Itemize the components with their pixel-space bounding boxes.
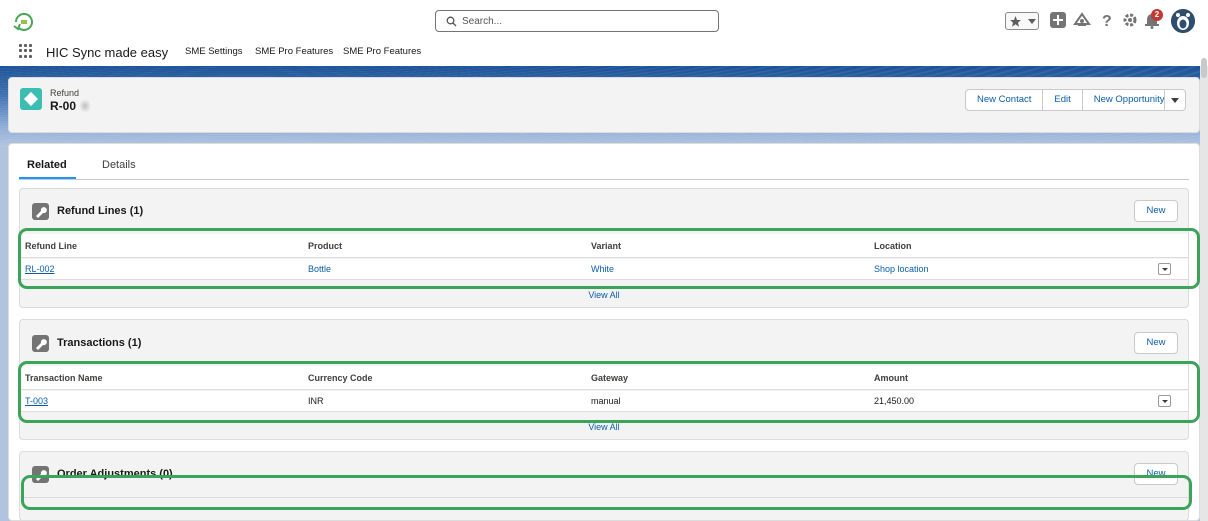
column-header-location[interactable]: Location — [874, 241, 912, 251]
help-icon[interactable]: ? — [1097, 11, 1115, 29]
search-input[interactable] — [462, 13, 712, 29]
refund-line-link[interactable]: RL-002 — [25, 264, 55, 274]
refund-lines-view-all-link[interactable]: View All — [20, 290, 1188, 300]
nav-item-sme-settings[interactable]: SME Settings — [185, 46, 243, 57]
more-actions-dropdown-icon[interactable] — [1164, 89, 1186, 111]
new-contact-button[interactable]: New Contact — [965, 89, 1044, 111]
currency-code-value: INR — [308, 396, 324, 406]
refund-lines-title[interactable]: Refund Lines (1) — [57, 205, 143, 217]
order-adjustments-new-button[interactable]: New — [1134, 463, 1178, 485]
record-object-type: Refund — [50, 88, 80, 98]
page-scrollbar[interactable] — [1200, 66, 1208, 521]
location-link[interactable]: Shop location — [874, 264, 929, 274]
transactions-title[interactable]: Transactions (1) — [57, 337, 141, 349]
avatar-icon — [1171, 9, 1195, 33]
amount-value: 21,450.00 — [874, 396, 915, 406]
refund-object-icon — [20, 88, 42, 110]
app-logo-icon[interactable] — [12, 11, 36, 33]
transaction-name-link[interactable]: T-003 — [25, 396, 48, 406]
tab-active-indicator — [19, 177, 76, 179]
column-header-product[interactable]: Product — [308, 241, 342, 251]
search-icon — [446, 16, 457, 27]
refund-lines-related-list: Refund Lines (1) New Refund Line Product… — [19, 188, 1189, 308]
record-highlights-panel: Refund R-00 New Contact Edit New Opportu… — [8, 77, 1200, 133]
column-header-gateway[interactable]: Gateway — [591, 373, 628, 383]
tab-related[interactable]: Related — [27, 159, 67, 171]
divider — [20, 497, 1188, 498]
order-adjustments-related-list: Order Adjustments (0) New — [19, 451, 1189, 521]
column-header-variant[interactable]: Variant — [591, 241, 621, 251]
global-search[interactable] — [435, 10, 719, 32]
column-header-transaction-name[interactable]: Transaction Name — [25, 373, 103, 383]
record-title: R-00 — [50, 99, 77, 113]
trailhead-icon[interactable] — [1073, 11, 1091, 29]
row-actions-dropdown-icon[interactable] — [1158, 263, 1171, 275]
gateway-value: manual — [591, 396, 621, 406]
wrench-icon — [32, 203, 49, 220]
page-scrollbar-thumb[interactable] — [1201, 58, 1207, 78]
variant-link[interactable]: White — [591, 264, 614, 274]
app-navigation-bar: HIC Sync made easy SME Settings SME Pro … — [0, 42, 1208, 66]
transactions-table-header: Transaction Name Currency Code Gateway A… — [20, 366, 1188, 390]
setup-gear-icon[interactable] — [1121, 11, 1139, 29]
row-actions-dropdown-icon[interactable] — [1158, 395, 1171, 407]
product-link[interactable]: Bottle — [308, 264, 331, 274]
favorites-dropdown-icon[interactable] — [1028, 19, 1036, 25]
tab-details[interactable]: Details — [102, 159, 136, 171]
record-title-redaction — [79, 99, 91, 113]
wrench-icon — [32, 335, 49, 352]
global-actions-plus-icon[interactable] — [1049, 11, 1067, 29]
refund-lines-new-button[interactable]: New — [1134, 200, 1178, 222]
table-row: T-003 INR manual 21,450.00 — [20, 391, 1188, 412]
new-opportunity-button[interactable]: New Opportunity — [1082, 89, 1176, 111]
order-adjustments-title[interactable]: Order Adjustments (0) — [57, 468, 173, 480]
column-header-refund-line[interactable]: Refund Line — [25, 241, 77, 251]
column-header-currency-code[interactable]: Currency Code — [308, 373, 373, 383]
column-header-amount[interactable]: Amount — [874, 373, 908, 383]
record-action-buttons: New Contact Edit New Opportunity — [965, 89, 1176, 111]
app-launcher-waffle-icon[interactable] — [19, 44, 33, 58]
transactions-view-all-link[interactable]: View All — [20, 422, 1188, 432]
user-avatar[interactable] — [1171, 9, 1195, 33]
favorites-star-icon — [1010, 16, 1021, 27]
notification-count-badge: 2 — [1151, 9, 1163, 21]
favorites-button[interactable] — [1005, 12, 1039, 30]
table-row: RL-002 Bottle White Shop location — [20, 259, 1188, 280]
tabs-divider — [19, 179, 1189, 180]
nav-item-sme-pro-features-2[interactable]: SME Pro Features — [343, 46, 421, 57]
svg-text:?: ? — [1102, 13, 1112, 29]
wrench-icon — [32, 466, 49, 483]
app-name: HIC Sync made easy — [46, 45, 169, 60]
nav-item-sme-pro-features[interactable]: SME Pro Features — [255, 46, 333, 57]
transactions-new-button[interactable]: New — [1134, 332, 1178, 354]
refund-lines-table-header: Refund Line Product Variant Location — [20, 234, 1188, 258]
edit-button[interactable]: Edit — [1043, 89, 1083, 111]
transactions-related-list: Transactions (1) New Transaction Name Cu… — [19, 319, 1189, 440]
global-header: ? 2 — [0, 0, 1208, 42]
